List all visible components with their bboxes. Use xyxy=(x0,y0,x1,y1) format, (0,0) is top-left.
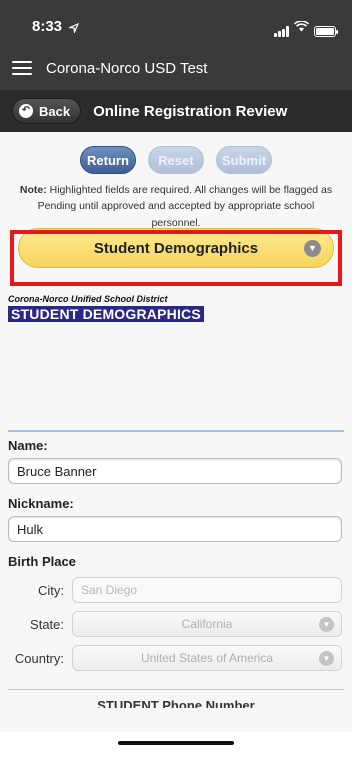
city-label: City: xyxy=(38,582,64,598)
back-arrow-icon: ↶ xyxy=(19,104,33,118)
state-value: California xyxy=(181,617,233,631)
state-row: State: California ▼ xyxy=(0,611,352,637)
wifi-icon xyxy=(293,19,310,37)
chevron-down-icon: ▼ xyxy=(319,651,334,666)
name-label: Name: xyxy=(8,438,48,453)
section-divider xyxy=(8,430,344,432)
city-row: City: San Diego xyxy=(0,577,352,603)
page-title: Online Registration Review xyxy=(93,102,288,120)
return-button[interactable]: Return xyxy=(80,146,136,174)
back-button[interactable]: ↶ Back xyxy=(12,98,82,124)
demographics-form: Name: Bruce Banner Nickname: Hulk Birth … xyxy=(0,438,352,708)
main-content: Return Reset Submit Note: Highlighted fi… xyxy=(0,132,352,732)
hamburger-menu-icon[interactable] xyxy=(12,61,32,75)
home-indicator-area xyxy=(0,732,352,757)
chevron-down-icon: ▼ xyxy=(304,240,321,257)
nav-bar: ↶ Back Online Registration Review xyxy=(0,90,352,132)
form-separator xyxy=(8,689,344,690)
student-demographics-section-button[interactable]: Student Demographics ▼ xyxy=(18,228,334,268)
district-name: Corona-Norco Unified School District xyxy=(8,294,168,304)
battery-icon xyxy=(314,26,338,37)
app-title: Corona-Norco USD Test xyxy=(46,59,208,77)
section-heading: STUDENT DEMOGRAPHICS xyxy=(8,306,204,322)
country-label: Country: xyxy=(14,650,64,666)
nickname-label: Nickname: xyxy=(8,496,74,511)
phone-number-heading: STUDENT Phone Number xyxy=(97,698,255,708)
nickname-field[interactable]: Hulk xyxy=(8,516,342,542)
status-bar: 8:33 xyxy=(0,0,352,46)
city-field[interactable]: San Diego xyxy=(72,577,342,603)
status-time: 8:33 xyxy=(32,18,63,35)
app-bar: Corona-Norco USD Test xyxy=(0,46,352,90)
back-button-label: Back xyxy=(39,103,71,119)
note-prefix: Note: xyxy=(19,184,47,196)
state-label: State: xyxy=(30,616,64,632)
note-body: Highlighted fields are required. All cha… xyxy=(37,184,333,228)
section-label: Student Demographics xyxy=(93,239,259,257)
name-field[interactable]: Bruce Banner xyxy=(8,458,342,484)
home-indicator[interactable] xyxy=(118,741,234,745)
birth-place-label: Birth Place xyxy=(8,554,76,569)
cellular-signal-icon xyxy=(274,26,289,37)
chevron-down-icon: ▼ xyxy=(319,617,334,632)
country-value: United States of America xyxy=(140,651,274,665)
country-row: Country: United States of America ▼ xyxy=(0,645,352,671)
reset-button[interactable]: Reset xyxy=(148,146,204,174)
country-select[interactable]: United States of America ▼ xyxy=(72,645,342,671)
submit-button[interactable]: Submit xyxy=(216,146,272,174)
action-buttons: Return Reset Submit xyxy=(0,146,352,174)
location-arrow-icon xyxy=(67,20,80,38)
note-text: Note: Highlighted fields are required. A… xyxy=(0,174,352,228)
state-select[interactable]: California ▼ xyxy=(72,611,342,637)
